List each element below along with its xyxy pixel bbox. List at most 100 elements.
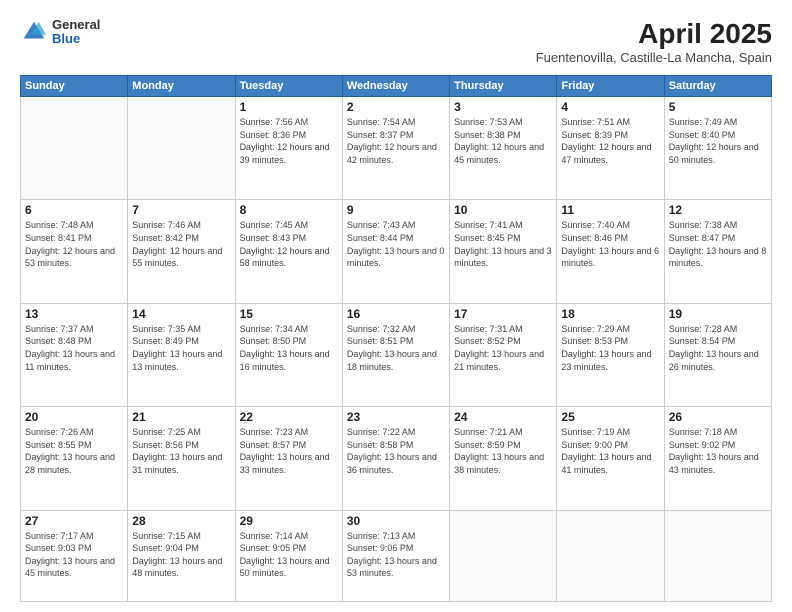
day-number: 19 [669, 307, 767, 321]
day-info: Sunrise: 7:18 AMSunset: 9:02 PMDaylight:… [669, 426, 767, 476]
day-number: 26 [669, 410, 767, 424]
col-saturday: Saturday [664, 76, 771, 97]
table-row: 2 Sunrise: 7:54 AMSunset: 8:37 PMDaylight… [342, 97, 449, 200]
calendar-title: April 2025 [536, 18, 772, 50]
table-row: 21 Sunrise: 7:25 AMSunset: 8:56 PMDayligh… [128, 407, 235, 510]
logo: General Blue [20, 18, 100, 47]
day-number: 3 [454, 100, 552, 114]
table-row: 30 Sunrise: 7:13 AMSunset: 9:06 PMDayligh… [342, 510, 449, 601]
day-number: 21 [132, 410, 230, 424]
day-info: Sunrise: 7:51 AMSunset: 8:39 PMDaylight:… [561, 116, 659, 166]
table-row: 23Sunrise: 7:22 AMSunset: 8:58 PMDayligh… [342, 407, 449, 510]
table-row: 26 Sunrise: 7:18 AMSunset: 9:02 PMDayligh… [664, 407, 771, 510]
table-row: 16Sunrise: 7:32 AMSunset: 8:51 PMDayligh… [342, 303, 449, 406]
table-row [664, 510, 771, 601]
table-row: 14 Sunrise: 7:35 AMSunset: 8:49 PMDayligh… [128, 303, 235, 406]
header: General Blue April 2025 Fuentenovilla, C… [20, 18, 772, 65]
table-row [557, 510, 664, 601]
day-number: 17 [454, 307, 552, 321]
day-info: Sunrise: 7:34 AMSunset: 8:50 PMDaylight:… [240, 323, 338, 373]
day-info: Sunrise: 7:29 AMSunset: 8:53 PMDaylight:… [561, 323, 659, 373]
table-row: 3 Sunrise: 7:53 AMSunset: 8:38 PMDaylight… [450, 97, 557, 200]
day-info: Sunrise: 7:14 AMSunset: 9:05 PMDaylight:… [240, 530, 338, 580]
calendar-header-row: Sunday Monday Tuesday Wednesday Thursday… [21, 76, 772, 97]
day-number: 24 [454, 410, 552, 424]
day-number: 13 [25, 307, 123, 321]
col-sunday: Sunday [21, 76, 128, 97]
day-info: Sunrise: 7:53 AMSunset: 8:38 PMDaylight:… [454, 116, 552, 166]
table-row: 11 Sunrise: 7:40 AMSunset: 8:46 PMDayligh… [557, 200, 664, 303]
day-info: Sunrise: 7:45 AMSunset: 8:43 PMDaylight:… [240, 219, 338, 269]
day-info: Sunrise: 7:38 AMSunset: 8:47 PMDaylight:… [669, 219, 767, 269]
table-row: 5Sunrise: 7:49 AMSunset: 8:40 PMDaylight… [664, 97, 771, 200]
day-info: Sunrise: 7:35 AMSunset: 8:49 PMDaylight:… [132, 323, 230, 373]
day-info: Sunrise: 7:25 AMSunset: 8:56 PMDaylight:… [132, 426, 230, 476]
table-row: 20 Sunrise: 7:26 AMSunset: 8:55 PMDayligh… [21, 407, 128, 510]
table-row [128, 97, 235, 200]
day-info: Sunrise: 7:21 AMSunset: 8:59 PMDaylight:… [454, 426, 552, 476]
table-row: 17 Sunrise: 7:31 AMSunset: 8:52 PMDayligh… [450, 303, 557, 406]
day-info: Sunrise: 7:28 AMSunset: 8:54 PMDaylight:… [669, 323, 767, 373]
calendar-table: Sunday Monday Tuesday Wednesday Thursday… [20, 75, 772, 602]
table-row: 4 Sunrise: 7:51 AMSunset: 8:39 PMDaylight… [557, 97, 664, 200]
col-tuesday: Tuesday [235, 76, 342, 97]
table-row [21, 97, 128, 200]
col-thursday: Thursday [450, 76, 557, 97]
day-number: 29 [240, 514, 338, 528]
day-number: 11 [561, 203, 659, 217]
day-info: Sunrise: 7:19 AMSunset: 9:00 PMDaylight:… [561, 426, 659, 476]
table-row: 8 Sunrise: 7:45 AMSunset: 8:43 PMDaylight… [235, 200, 342, 303]
day-number: 22 [240, 410, 338, 424]
table-row: 22 Sunrise: 7:23 AMSunset: 8:57 PMDayligh… [235, 407, 342, 510]
day-info: Sunrise: 7:56 AMSunset: 8:36 PMDaylight:… [240, 116, 338, 166]
table-row: 28 Sunrise: 7:15 AMSunset: 9:04 PMDayligh… [128, 510, 235, 601]
day-info: Sunrise: 7:26 AMSunset: 8:55 PMDaylight:… [25, 426, 123, 476]
day-number: 25 [561, 410, 659, 424]
day-number: 30 [347, 514, 445, 528]
day-number: 7 [132, 203, 230, 217]
day-info: Sunrise: 7:54 AMSunset: 8:37 PMDaylight:… [347, 116, 445, 166]
table-row: 27 Sunrise: 7:17 AMSunset: 9:03 PMDayligh… [21, 510, 128, 601]
day-number: 1 [240, 100, 338, 114]
day-number: 27 [25, 514, 123, 528]
logo-icon [20, 18, 48, 46]
day-info: Sunrise: 7:23 AMSunset: 8:57 PMDaylight:… [240, 426, 338, 476]
col-friday: Friday [557, 76, 664, 97]
day-number: 28 [132, 514, 230, 528]
day-info: Sunrise: 7:49 AMSunset: 8:40 PMDaylight:… [669, 116, 767, 166]
table-row: 7Sunrise: 7:46 AMSunset: 8:42 PMDaylight… [128, 200, 235, 303]
table-row: 12Sunrise: 7:38 AMSunset: 8:47 PMDayligh… [664, 200, 771, 303]
day-number: 18 [561, 307, 659, 321]
day-number: 8 [240, 203, 338, 217]
day-number: 9 [347, 203, 445, 217]
logo-line1: General [52, 18, 100, 32]
col-monday: Monday [128, 76, 235, 97]
day-number: 14 [132, 307, 230, 321]
day-info: Sunrise: 7:15 AMSunset: 9:04 PMDaylight:… [132, 530, 230, 580]
day-number: 4 [561, 100, 659, 114]
table-row: 15 Sunrise: 7:34 AMSunset: 8:50 PMDayligh… [235, 303, 342, 406]
day-info: Sunrise: 7:17 AMSunset: 9:03 PMDaylight:… [25, 530, 123, 580]
table-row: 10Sunrise: 7:41 AMSunset: 8:45 PMDayligh… [450, 200, 557, 303]
day-info: Sunrise: 7:40 AMSunset: 8:46 PMDaylight:… [561, 219, 659, 269]
table-row: 24 Sunrise: 7:21 AMSunset: 8:59 PMDayligh… [450, 407, 557, 510]
day-number: 6 [25, 203, 123, 217]
day-info: Sunrise: 7:37 AMSunset: 8:48 PMDaylight:… [25, 323, 123, 373]
day-info: Sunrise: 7:48 AMSunset: 8:41 PMDaylight:… [25, 219, 123, 269]
table-row: 25 Sunrise: 7:19 AMSunset: 9:00 PMDayligh… [557, 407, 664, 510]
day-number: 20 [25, 410, 123, 424]
page: General Blue April 2025 Fuentenovilla, C… [0, 0, 792, 612]
day-number: 23 [347, 410, 445, 424]
logo-text: General Blue [52, 18, 100, 47]
day-number: 15 [240, 307, 338, 321]
table-row: 18 Sunrise: 7:29 AMSunset: 8:53 PMDayligh… [557, 303, 664, 406]
day-number: 10 [454, 203, 552, 217]
day-info: Sunrise: 7:31 AMSunset: 8:52 PMDaylight:… [454, 323, 552, 373]
calendar-subtitle: Fuentenovilla, Castille-La Mancha, Spain [536, 50, 772, 65]
table-row: 19 Sunrise: 7:28 AMSunset: 8:54 PMDayligh… [664, 303, 771, 406]
table-row: 9Sunrise: 7:43 AMSunset: 8:44 PMDaylight… [342, 200, 449, 303]
day-info: Sunrise: 7:32 AMSunset: 8:51 PMDaylight:… [347, 323, 445, 373]
day-info: Sunrise: 7:13 AMSunset: 9:06 PMDaylight:… [347, 530, 445, 580]
day-number: 2 [347, 100, 445, 114]
table-row [450, 510, 557, 601]
